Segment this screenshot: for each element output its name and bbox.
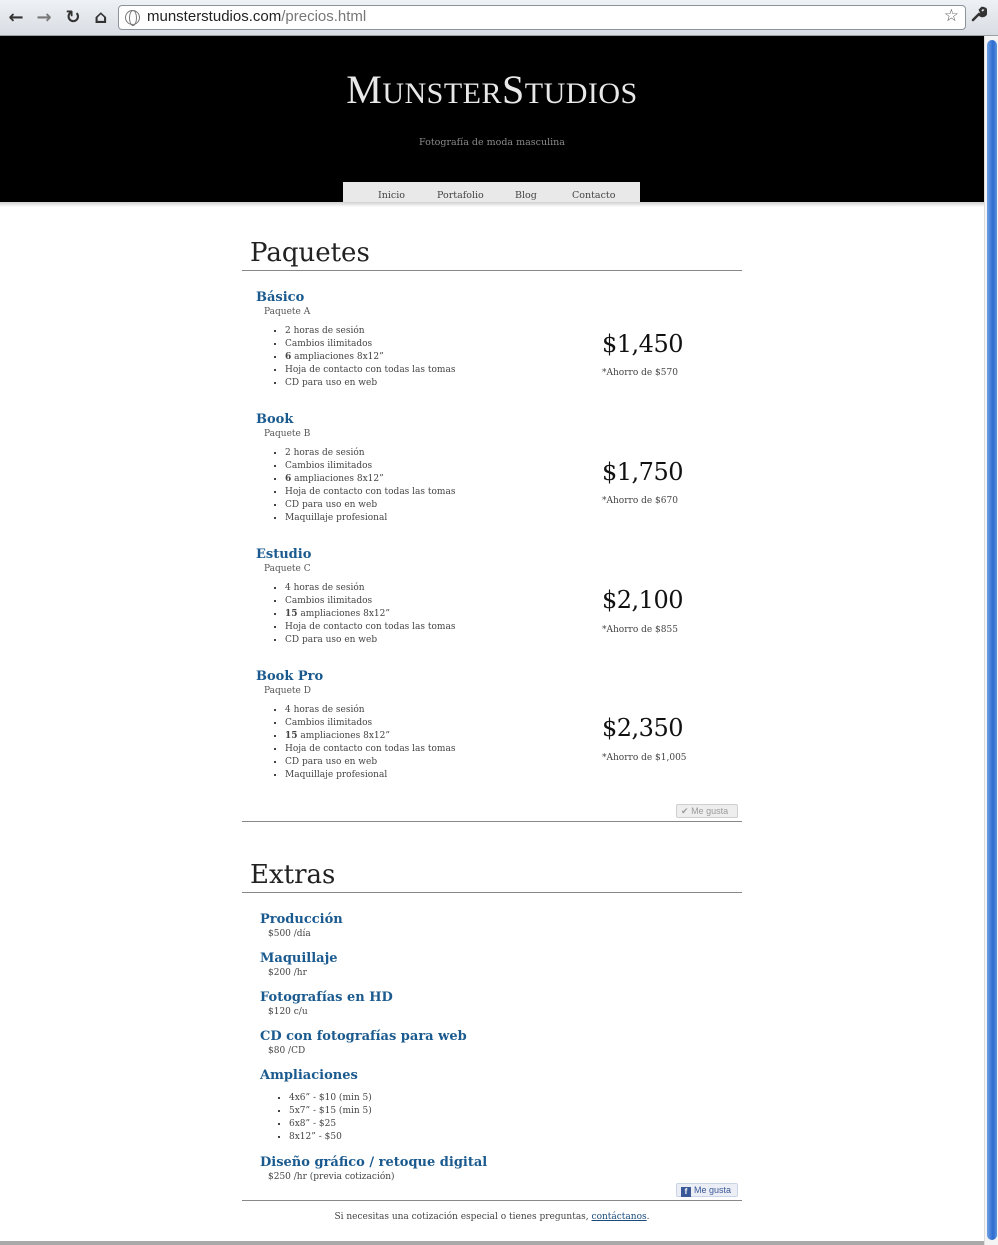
package-saving: *Ahorro de $855 — [602, 625, 678, 635]
package-price: $1,750 — [602, 458, 683, 486]
package-name: Book Pro — [256, 669, 324, 684]
back-arrow-icon[interactable]: ← — [5, 7, 27, 29]
contact-link[interactable]: contáctanos — [592, 1212, 647, 1222]
feature-item: 15 ampliaciones 8x12” — [285, 730, 455, 743]
package-name: Book — [256, 412, 294, 427]
package-price: $2,100 — [602, 586, 683, 614]
divider — [242, 821, 742, 822]
feature-item: Maquillaje profesional — [285, 512, 455, 525]
extra-price: $120 c/u — [268, 1007, 308, 1017]
package-subtitle: Paquete C — [264, 564, 311, 574]
extra-price: $500 /día — [268, 929, 311, 939]
header-shadow — [0, 202, 984, 207]
feature-item: 4 horas de sesión — [285, 704, 455, 717]
url-text: munsterstudios.com/precios.html — [147, 8, 367, 25]
menu-item-portafolio[interactable]: Portafolio — [437, 190, 484, 201]
package-features: 4 horas de sesión Cambios ilimitados 15 … — [285, 704, 455, 782]
site-header: MUNSTERSTUDIOS Fotografía de moda mascul… — [0, 36, 984, 202]
section-title-paquetes: Paquetes — [250, 238, 370, 268]
extra-price: $250 /hr (previa cotización) — [268, 1172, 395, 1182]
package-name: Estudio — [256, 547, 312, 562]
feature-item: Cambios ilimitados — [285, 717, 455, 730]
feature-item: 15 ampliaciones 8x12” — [285, 608, 455, 621]
window-bottom-border — [0, 1241, 984, 1245]
browser-toolbar: ← → ↻ ⌂ munsterstudios.com/precios.html … — [0, 0, 998, 36]
site-logo[interactable]: MUNSTERSTUDIOS — [0, 66, 984, 113]
extra-name: CD con fotografías para web — [260, 1029, 467, 1044]
feature-item: 2 horas de sesión — [285, 325, 455, 338]
feature-item: 4 horas de sesión — [285, 582, 455, 595]
feature-item: Hoja de contacto con todas las tomas — [285, 743, 455, 756]
reload-icon[interactable]: ↻ — [62, 7, 84, 29]
feature-item: Cambios ilimitados — [285, 595, 455, 608]
package-subtitle: Paquete B — [264, 429, 311, 439]
feature-item: Maquillaje profesional — [285, 769, 455, 782]
package-subtitle: Paquete D — [264, 686, 311, 696]
package-features: 2 horas de sesión Cambios ilimitados 6 a… — [285, 325, 455, 390]
feature-item: 6 ampliaciones 8x12” — [285, 351, 455, 364]
divider — [242, 1200, 742, 1201]
package-price: $1,450 — [602, 330, 683, 358]
extra-name: Ampliaciones — [260, 1068, 358, 1083]
feature-item: CD para uso en web — [285, 499, 455, 512]
package-features: 2 horas de sesión Cambios ilimitados 6 a… — [285, 447, 455, 525]
package-saving: *Ahorro de $1,005 — [602, 753, 687, 763]
feature-item: Hoja de contacto con todas las tomas — [285, 364, 455, 377]
feature-item: CD para uso en web — [285, 756, 455, 769]
package-saving: *Ahorro de $570 — [602, 368, 678, 378]
feature-item: Hoja de contacto con todas las tomas — [285, 486, 455, 499]
check-icon: ✔ — [681, 806, 689, 816]
extra-name: Fotografías en HD — [260, 990, 393, 1005]
divider — [242, 892, 742, 893]
facebook-like-button[interactable]: f Me gusta — [676, 1183, 738, 1197]
feature-item: 2 horas de sesión — [285, 447, 455, 460]
package-features: 4 horas de sesión Cambios ilimitados 15 … — [285, 582, 455, 647]
section-title-extras: Extras — [250, 860, 336, 890]
extra-price: $200 /hr — [268, 968, 307, 978]
package-price: $2,350 — [602, 714, 683, 742]
site-tagline: Fotografía de moda masculina — [419, 137, 565, 148]
forward-arrow-icon[interactable]: → — [33, 7, 55, 29]
main-menu: Inicio Portafolio Blog Contacto — [343, 182, 640, 202]
extra-price: $80 /CD — [268, 1046, 306, 1056]
list-item: 6x8” - $25 — [289, 1118, 372, 1131]
facebook-icon: f — [681, 1187, 691, 1197]
bookmark-star-icon[interactable]: ☆ — [944, 6, 959, 26]
globe-icon — [125, 10, 140, 26]
wrench-icon[interactable] — [970, 6, 988, 28]
feature-item: CD para uso en web — [285, 634, 455, 647]
extra-name: Producción — [260, 912, 343, 927]
menu-item-inicio[interactable]: Inicio — [378, 190, 405, 201]
list-item: 5x7” - $15 (min 5) — [289, 1105, 372, 1118]
home-icon[interactable]: ⌂ — [90, 7, 112, 29]
menu-item-contacto[interactable]: Contacto — [572, 190, 615, 201]
vertical-scrollbar[interactable] — [984, 36, 998, 1245]
feature-item: Hoja de contacto con todas las tomas — [285, 621, 455, 634]
extra-name: Diseño gráfico / retoque digital — [260, 1155, 488, 1170]
scrollbar-thumb[interactable] — [987, 40, 997, 1240]
package-saving: *Ahorro de $670 — [602, 496, 678, 506]
feature-item: CD para uso en web — [285, 377, 455, 390]
feature-item: Cambios ilimitados — [285, 460, 455, 473]
ampliaciones-list: 4x6” - $10 (min 5) 5x7” - $15 (min 5) 6x… — [289, 1092, 372, 1144]
footer-note: Si necesitas una cotización especial o t… — [334, 1212, 650, 1222]
address-bar[interactable]: munsterstudios.com/precios.html ☆ — [118, 5, 966, 30]
like-button[interactable]: ✔ Me gusta — [676, 804, 738, 818]
list-item: 4x6” - $10 (min 5) — [289, 1092, 372, 1105]
package-subtitle: Paquete A — [264, 307, 311, 317]
divider — [242, 270, 742, 271]
extra-name: Maquillaje — [260, 951, 338, 966]
menu-item-blog[interactable]: Blog — [515, 190, 537, 201]
package-name: Básico — [256, 290, 305, 305]
feature-item: 6 ampliaciones 8x12” — [285, 473, 455, 486]
list-item: 8x12” - $50 — [289, 1131, 372, 1144]
feature-item: Cambios ilimitados — [285, 338, 455, 351]
